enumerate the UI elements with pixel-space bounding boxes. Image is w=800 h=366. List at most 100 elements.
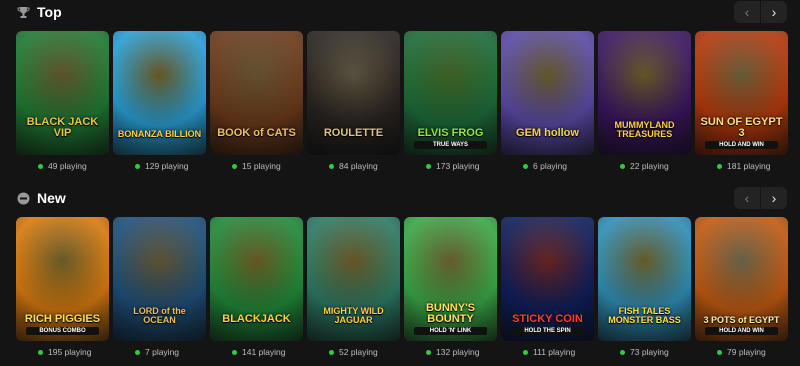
game-title: RICH PIGGIES (24, 313, 101, 325)
game-card[interactable]: MUMMYLAND TREASURES 22 playing (598, 31, 691, 172)
game-thumbnail[interactable]: RICH PIGGIES BONUS COMBO (16, 217, 109, 341)
player-count: 181 playing (695, 160, 788, 172)
game-subtitle: HOLD AND WIN (705, 327, 778, 335)
player-count: 6 playing (501, 160, 594, 172)
game-card[interactable]: 3 POTS of EGYPT HOLD AND WIN 79 playing (695, 217, 788, 358)
online-dot-icon (329, 163, 334, 169)
game-card[interactable]: BONANZA BILLION 129 playing (113, 31, 206, 172)
player-count: 141 playing (210, 346, 303, 358)
game-title: MIGHTY WILD JAGUAR (323, 306, 384, 325)
game-card[interactable]: ELVIS FROG TRUE WAYS 173 playing (404, 31, 497, 172)
carousel-next-button[interactable]: › (760, 1, 787, 23)
game-thumbnail[interactable]: BUNNY'S BOUNTY HOLD 'N' LINK (404, 217, 497, 341)
game-subtitle: TRUE WAYS (414, 141, 487, 149)
player-count: 79 playing (695, 346, 788, 358)
game-thumbnail[interactable]: BOOK of CATS (210, 31, 303, 155)
game-title: STICKY COIN (512, 313, 583, 325)
section-title: Top (37, 4, 62, 20)
game-title: BONANZA BILLION (117, 129, 202, 139)
game-thumbnail[interactable]: 3 POTS of EGYPT HOLD AND WIN (695, 217, 788, 341)
game-thumbnail[interactable]: LORD of the OCEAN (113, 217, 206, 341)
carousel-next-button[interactable]: › (760, 187, 787, 209)
player-count-text: 132 playing (436, 347, 480, 357)
game-card[interactable]: GEM hollow 6 playing (501, 31, 594, 172)
game-subtitle: HOLD THE SPIN (511, 327, 584, 335)
game-card[interactable]: BOOK of CATS 15 playing (210, 31, 303, 172)
player-count: 22 playing (598, 160, 691, 172)
game-row: RICH PIGGIES BONUS COMBO 195 playing LORD o… (16, 217, 792, 358)
game-card[interactable]: SUN OF EGYPT 3 HOLD AND WIN 181 playing (695, 31, 788, 172)
game-thumbnail[interactable]: MUMMYLAND TREASURES (598, 31, 691, 155)
game-card[interactable]: BLACK JACK VIP 49 playing (16, 31, 109, 172)
section-title-wrap: New (16, 190, 66, 206)
player-count: 73 playing (598, 346, 691, 358)
online-dot-icon (523, 163, 528, 169)
section-title-wrap: Top (16, 4, 62, 20)
game-title: ROULETTE (323, 127, 384, 139)
online-dot-icon (135, 163, 140, 169)
game-title: BUNNY'S BOUNTY (425, 302, 476, 325)
game-title: BLACKJACK (222, 313, 291, 325)
game-card[interactable]: ROULETTE 84 playing (307, 31, 400, 172)
game-card[interactable]: STICKY COIN HOLD THE SPIN 111 playing (501, 217, 594, 358)
player-count-text: 52 playing (339, 347, 378, 357)
game-thumbnail[interactable]: GEM hollow (501, 31, 594, 155)
carousel-nav: ‹ › (734, 1, 787, 23)
online-dot-icon (38, 349, 43, 355)
game-thumbnail[interactable]: SUN OF EGYPT 3 HOLD AND WIN (695, 31, 788, 155)
game-title: 3 POTS of EGYPT (703, 315, 780, 325)
player-count: 129 playing (113, 160, 206, 172)
game-card[interactable]: MIGHTY WILD JAGUAR 52 playing (307, 217, 400, 358)
game-thumbnail[interactable]: MIGHTY WILD JAGUAR (307, 217, 400, 341)
game-subtitle: HOLD AND WIN (705, 141, 778, 149)
player-count: 195 playing (16, 346, 109, 358)
section-header: New ‹ › (0, 186, 800, 212)
section-header: Top ‹ › (0, 0, 800, 26)
carousel-prev-button[interactable]: ‹ (734, 1, 760, 23)
player-count-text: 141 playing (242, 347, 286, 357)
game-title: ELVIS FROG (417, 127, 484, 139)
player-count-text: 7 playing (145, 347, 180, 357)
online-dot-icon (426, 163, 431, 169)
game-thumbnail[interactable]: ROULETTE (307, 31, 400, 155)
player-count-text: 73 playing (630, 347, 669, 357)
player-count-text: 79 playing (727, 347, 766, 357)
player-count: 7 playing (113, 346, 206, 358)
player-count-text: 49 playing (48, 161, 87, 171)
game-title: BOOK of CATS (217, 127, 296, 139)
online-dot-icon (38, 163, 43, 169)
player-count: 52 playing (307, 346, 400, 358)
section-new: New ‹ › RICH PIGGIES BONUS COMBO 195 playi… (0, 186, 800, 357)
carousel-prev-button[interactable]: ‹ (734, 187, 760, 209)
online-dot-icon (620, 163, 625, 169)
section-top: Top ‹ › BLACK JACK VIP 49 playing BONANZA … (0, 0, 800, 171)
game-thumbnail[interactable]: ELVIS FROG TRUE WAYS (404, 31, 497, 155)
player-count-text: 195 playing (48, 347, 92, 357)
player-count: 49 playing (16, 160, 109, 172)
game-card[interactable]: LORD of the OCEAN 7 playing (113, 217, 206, 358)
game-thumbnail[interactable]: BLACK JACK VIP (16, 31, 109, 155)
trophy-icon (16, 5, 30, 19)
online-dot-icon (232, 163, 237, 169)
player-count: 132 playing (404, 346, 497, 358)
game-card[interactable]: BUNNY'S BOUNTY HOLD 'N' LINK 132 playing (404, 217, 497, 358)
player-count-text: 173 playing (436, 161, 480, 171)
game-thumbnail[interactable]: STICKY COIN HOLD THE SPIN (501, 217, 594, 341)
player-count-text: 181 playing (727, 161, 771, 171)
online-dot-icon (620, 349, 625, 355)
game-thumbnail[interactable]: FISH TALES MONSTER BASS (598, 217, 691, 341)
game-subtitle: BONUS COMBO (26, 327, 99, 335)
player-count-text: 22 playing (630, 161, 669, 171)
player-count-text: 6 playing (533, 161, 568, 171)
online-dot-icon (717, 163, 722, 169)
game-card[interactable]: RICH PIGGIES BONUS COMBO 195 playing (16, 217, 109, 358)
online-dot-icon (426, 349, 431, 355)
player-count: 15 playing (210, 160, 303, 172)
game-card[interactable]: BLACKJACK 141 playing (210, 217, 303, 358)
game-row: BLACK JACK VIP 49 playing BONANZA BILLION 1… (16, 31, 792, 172)
online-dot-icon (232, 349, 237, 355)
game-card[interactable]: FISH TALES MONSTER BASS 73 playing (598, 217, 691, 358)
game-thumbnail[interactable]: BONANZA BILLION (113, 31, 206, 155)
player-count-text: 84 playing (339, 161, 378, 171)
game-thumbnail[interactable]: BLACKJACK (210, 217, 303, 341)
